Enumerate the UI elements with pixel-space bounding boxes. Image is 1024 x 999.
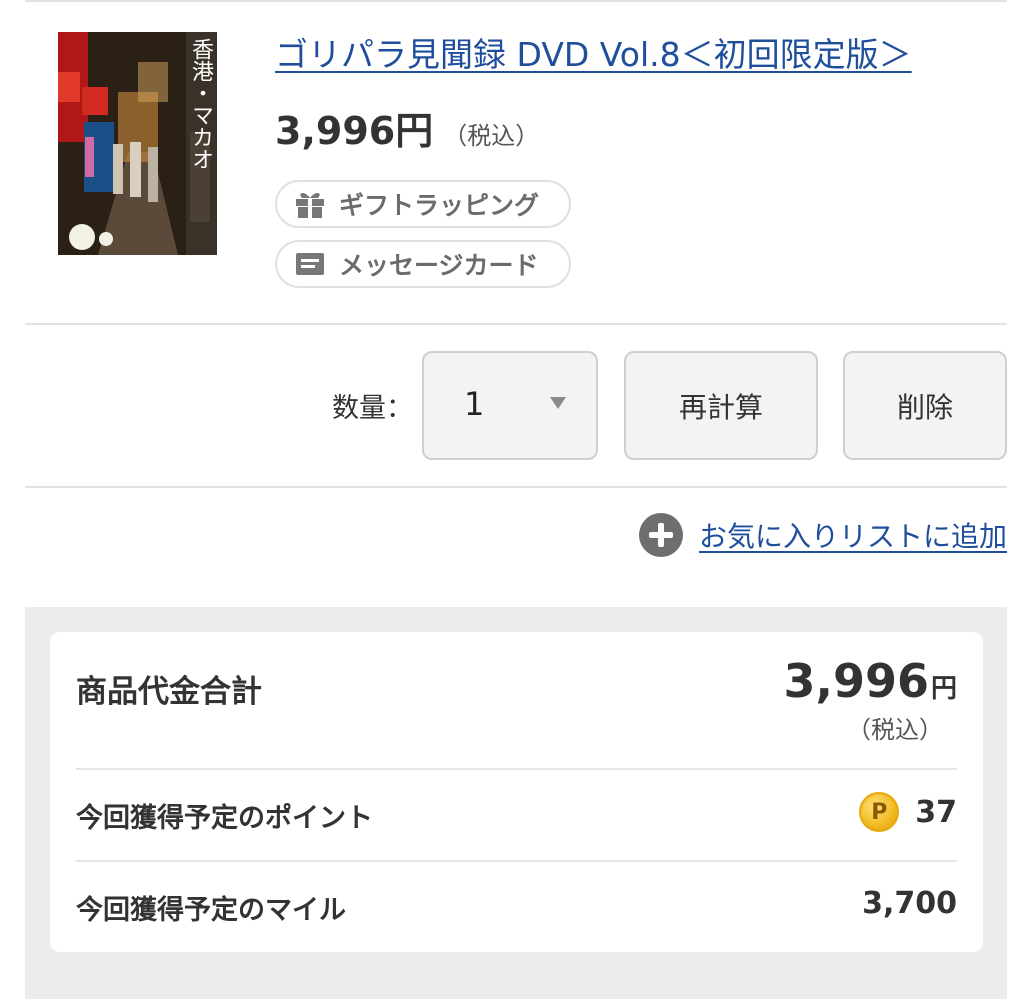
product-price: 3,996円 （税込）	[275, 100, 539, 156]
points-number: 37	[915, 794, 957, 830]
quantity-select[interactable]: 1	[422, 351, 598, 460]
miles-label: 今回獲得予定のマイル	[76, 895, 346, 926]
cover-title: 香港・マカオ	[188, 38, 213, 170]
total-label: 商品代金合計	[76, 674, 262, 710]
add-to-favorites-link[interactable]: お気に入りリストに追加	[638, 512, 1007, 558]
cart-item-page: 香港・マカオ ゴリパラ見聞録 DVD Vol.8＜初回限定版＞ 3,996円 （税…	[0, 0, 1024, 999]
summary-card: 商品代金合計 3,996円 （税込） 今回獲得予定のポイント P 37 今回獲得…	[50, 632, 983, 952]
add-to-favorites-label: お気に入りリストに追加	[698, 520, 1007, 553]
quantity-label: 数量：	[332, 393, 413, 424]
recalculate-button[interactable]: 再計算	[624, 351, 818, 460]
points-label: 今回獲得予定のポイント	[76, 803, 373, 834]
message-card-button[interactable]: メッセージカード	[275, 240, 571, 288]
divider	[25, 323, 1007, 325]
total-tax-note: （税込）	[847, 716, 943, 744]
plus-circle-icon	[638, 513, 683, 557]
gift-wrapping-label: ギフトラッピング	[339, 191, 540, 220]
delete-button[interactable]: 削除	[843, 351, 1007, 460]
summary-divider	[76, 860, 957, 862]
summary-divider	[76, 768, 957, 770]
product-title-link[interactable]: ゴリパラ見聞録 DVD Vol.8＜初回限定版＞	[275, 32, 995, 78]
total-currency: 円	[930, 674, 957, 704]
message-card-icon	[293, 249, 327, 279]
message-card-label: メッセージカード	[339, 251, 539, 280]
top-divider	[25, 0, 1007, 2]
points-value: P 37	[859, 792, 957, 832]
gift-wrapping-button[interactable]: ギフトラッピング	[275, 180, 571, 228]
gift-icon	[293, 189, 327, 219]
total-amount-number: 3,996	[783, 654, 929, 708]
chevron-down-icon	[550, 397, 566, 409]
point-coin-icon: P	[859, 792, 900, 832]
divider	[25, 486, 1007, 488]
price-tax-note: （税込）	[443, 122, 540, 150]
product-thumbnail[interactable]: 香港・マカオ	[58, 32, 217, 255]
quantity-value: 1	[464, 385, 485, 423]
total-amount: 3,996円	[783, 654, 957, 708]
miles-value: 3,700	[862, 886, 957, 921]
price-amount: 3,996円	[275, 109, 434, 153]
